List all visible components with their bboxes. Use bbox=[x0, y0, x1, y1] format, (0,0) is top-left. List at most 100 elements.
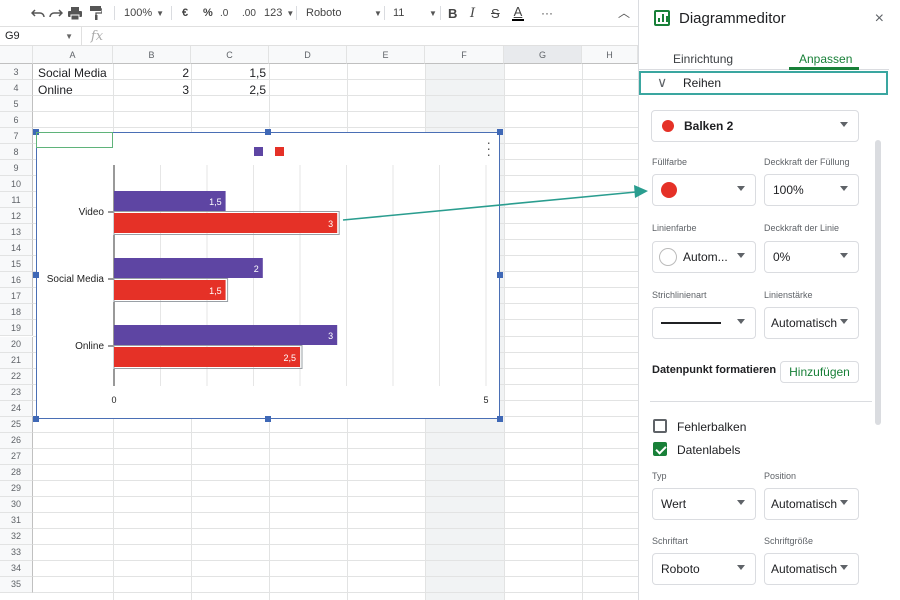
increase-decimals-button[interactable]: .00 bbox=[242, 4, 256, 22]
row-header-35[interactable]: 35 bbox=[0, 576, 33, 593]
redo-icon[interactable] bbox=[48, 4, 64, 22]
row-header-32[interactable]: 32 bbox=[0, 528, 33, 545]
series-select[interactable]: Balken 2 bbox=[651, 110, 859, 142]
row-header-14[interactable]: 14 bbox=[0, 240, 33, 257]
grid-row-line bbox=[33, 527, 638, 529]
resize-handle-br[interactable] bbox=[497, 416, 503, 422]
resize-handle-bl[interactable] bbox=[33, 416, 39, 422]
tab-setup[interactable]: Einrichtung bbox=[673, 52, 733, 66]
label-font-size-select[interactable]: Automatisch bbox=[764, 553, 859, 585]
section-series-header[interactable]: ∨ Reihen bbox=[639, 71, 888, 95]
resize-handle-b[interactable] bbox=[265, 416, 271, 422]
paint-format-icon[interactable] bbox=[89, 4, 103, 22]
column-header-a[interactable]: A bbox=[33, 46, 113, 64]
row-header-10[interactable]: 10 bbox=[0, 176, 33, 193]
more-button[interactable]: ··· bbox=[541, 4, 553, 22]
label-position-select[interactable]: Automatisch bbox=[764, 488, 859, 520]
row-header-7[interactable]: 7 bbox=[0, 128, 33, 145]
error-bars-label: Fehlerbalken bbox=[677, 420, 747, 434]
font-size-select[interactable]: 11 ▼ bbox=[393, 4, 437, 22]
cell-c4[interactable]: 2,5 bbox=[192, 82, 266, 98]
row-header-16[interactable]: 16 bbox=[0, 272, 33, 289]
percent-format-button[interactable]: % bbox=[203, 4, 213, 22]
resize-handle-r[interactable] bbox=[497, 272, 503, 278]
row-header-20[interactable]: 20 bbox=[0, 336, 33, 353]
line-width-select[interactable]: Automatisch bbox=[764, 307, 859, 339]
collapse-toolbar-icon[interactable]: ︿ bbox=[618, 4, 630, 21]
row-header-24[interactable]: 24 bbox=[0, 400, 33, 417]
row-header-3[interactable]: 3 bbox=[0, 64, 33, 81]
column-header-b[interactable]: B bbox=[113, 46, 191, 64]
chart-menu-icon[interactable]: · · · bbox=[486, 135, 491, 161]
row-header-25[interactable]: 25 bbox=[0, 416, 33, 433]
row-header-4[interactable]: 4 bbox=[0, 80, 33, 97]
bar-chart[interactable]: Video 1,5 3 Social Media 2 1,5 Online 3 2,5 0 5 · ·… bbox=[36, 132, 500, 419]
row-header-21[interactable]: 21 bbox=[0, 352, 33, 369]
bold-button[interactable]: B bbox=[448, 4, 457, 22]
formula-input[interactable] bbox=[112, 27, 638, 45]
name-box[interactable]: G9 ▼ bbox=[0, 27, 82, 45]
row-header-27[interactable]: 27 bbox=[0, 448, 33, 465]
line-color-select[interactable]: Autom... bbox=[652, 241, 756, 273]
print-icon[interactable] bbox=[67, 4, 83, 22]
panel-scrollbar[interactable] bbox=[875, 140, 881, 425]
cell-c3[interactable]: 1,5 bbox=[192, 65, 266, 81]
row-header-33[interactable]: 33 bbox=[0, 544, 33, 561]
zoom-select[interactable]: 100% ▼ bbox=[124, 4, 164, 22]
row-header-11[interactable]: 11 bbox=[0, 192, 33, 209]
resize-handle-t[interactable] bbox=[265, 129, 271, 135]
row-header-5[interactable]: 5 bbox=[0, 96, 33, 113]
cell-b4[interactable]: 3 bbox=[115, 82, 189, 98]
undo-icon[interactable] bbox=[30, 4, 46, 22]
row-header-15[interactable]: 15 bbox=[0, 256, 33, 273]
bar-data-label: 1,5 bbox=[209, 197, 222, 207]
row-header-6[interactable]: 6 bbox=[0, 112, 33, 129]
row-header-31[interactable]: 31 bbox=[0, 512, 33, 529]
column-header-f[interactable]: F bbox=[425, 46, 504, 64]
close-icon[interactable]: × bbox=[875, 10, 884, 28]
row-header-29[interactable]: 29 bbox=[0, 480, 33, 497]
resize-handle-tr[interactable] bbox=[497, 129, 503, 135]
row-header-18[interactable]: 18 bbox=[0, 304, 33, 321]
column-header-g[interactable]: G bbox=[504, 46, 582, 64]
fill-opacity-select[interactable]: 100% bbox=[764, 174, 859, 206]
currency-format-button[interactable]: € bbox=[182, 4, 188, 22]
add-datapoint-button[interactable]: Hinzufügen bbox=[780, 361, 859, 383]
row-header-28[interactable]: 28 bbox=[0, 464, 33, 481]
row-header-34[interactable]: 34 bbox=[0, 560, 33, 577]
decrease-decimals-button[interactable]: .0 bbox=[220, 4, 228, 22]
error-bars-checkbox[interactable] bbox=[653, 419, 667, 433]
text-color-button[interactable]: A bbox=[512, 4, 524, 22]
column-header-e[interactable]: E bbox=[347, 46, 425, 64]
column-header-h[interactable]: H bbox=[582, 46, 638, 64]
label-font-select[interactable]: Roboto bbox=[652, 553, 756, 585]
tab-customize[interactable]: Anpassen bbox=[799, 52, 852, 66]
row-header-26[interactable]: 26 bbox=[0, 432, 33, 449]
corner-cell[interactable] bbox=[0, 46, 33, 64]
data-labels-checkbox[interactable] bbox=[653, 442, 667, 456]
number-format-select[interactable]: 123 ▼ bbox=[264, 4, 294, 22]
row-header-8[interactable]: 8 bbox=[0, 144, 33, 161]
dash-type-select[interactable] bbox=[652, 307, 756, 339]
cell-a3[interactable]: Social Media bbox=[38, 65, 107, 81]
row-header-17[interactable]: 17 bbox=[0, 288, 33, 305]
row-header-23[interactable]: 23 bbox=[0, 384, 33, 401]
grid-column-line bbox=[582, 64, 583, 600]
resize-handle-l[interactable] bbox=[33, 272, 39, 278]
label-type-select[interactable]: Wert bbox=[652, 488, 756, 520]
cell-b3[interactable]: 2 bbox=[115, 65, 189, 81]
font-select[interactable]: Roboto ▼ bbox=[306, 4, 386, 22]
column-header-d[interactable]: D bbox=[269, 46, 347, 64]
fill-color-select[interactable] bbox=[652, 174, 756, 206]
cell-a4[interactable]: Online bbox=[38, 82, 73, 98]
italic-button[interactable]: I bbox=[470, 4, 475, 22]
row-header-12[interactable]: 12 bbox=[0, 208, 33, 225]
row-header-9[interactable]: 9 bbox=[0, 160, 33, 177]
line-opacity-select[interactable]: 0% bbox=[764, 241, 859, 273]
row-header-22[interactable]: 22 bbox=[0, 368, 33, 385]
strikethrough-button[interactable]: S bbox=[491, 4, 500, 22]
row-header-30[interactable]: 30 bbox=[0, 496, 33, 513]
row-header-19[interactable]: 19 bbox=[0, 320, 33, 337]
column-header-c[interactable]: C bbox=[191, 46, 269, 64]
row-header-13[interactable]: 13 bbox=[0, 224, 33, 241]
